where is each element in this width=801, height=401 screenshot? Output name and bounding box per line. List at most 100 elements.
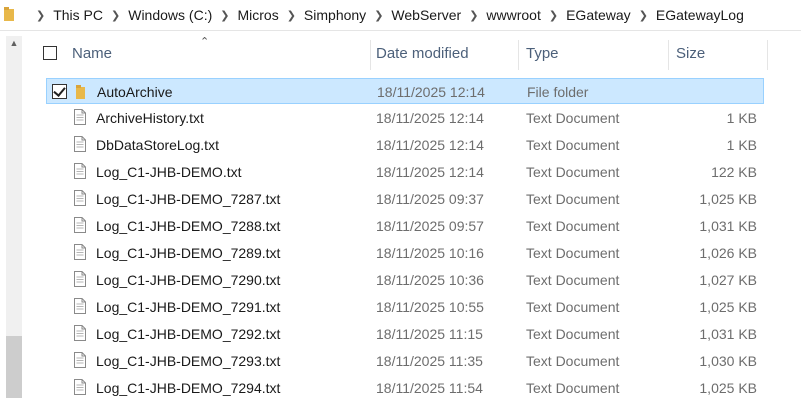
file-date-modified: 18/11/2025 12:14 (377, 84, 485, 100)
breadcrumb-item[interactable]: Windows (C:) (128, 7, 212, 23)
file-list-scrollbar[interactable] (781, 36, 801, 398)
file-type: Text Document (526, 218, 620, 234)
folder-icon (4, 7, 14, 21)
checkmark-icon (53, 84, 66, 97)
folder-row[interactable]: AutoArchive 18/11/2025 12:14 File folder (46, 78, 764, 104)
column-divider[interactable] (767, 40, 768, 70)
file-type: Text Document (526, 110, 620, 126)
file-date-modified: 18/11/2025 10:36 (376, 272, 484, 288)
file-row[interactable]: Log_C1-JHB-DEMO_7287.txt 18/11/2025 09:37… (46, 186, 764, 212)
file-name: AutoArchive (97, 84, 173, 100)
file-size: 1 KB (726, 110, 757, 126)
file-row[interactable]: Log_C1-JHB-DEMO_7290.txt 18/11/2025 10:36… (46, 267, 764, 293)
file-date-modified: 18/11/2025 09:57 (376, 218, 484, 234)
sort-ascending-icon: ⌃ (200, 36, 210, 48)
chevron-right-icon[interactable]: ❯ (541, 9, 566, 22)
file-type: Text Document (526, 164, 620, 180)
file-date-modified: 18/11/2025 11:54 (376, 380, 483, 396)
file-type: Text Document (526, 272, 620, 288)
breadcrumb-item[interactable]: WebServer (391, 7, 461, 23)
text-file-icon (74, 352, 86, 368)
file-size: 1,031 KB (699, 326, 757, 342)
file-row[interactable]: Log_C1-JHB-DEMO_7289.txt 18/11/2025 10:16… (46, 240, 764, 266)
chevron-right-icon[interactable]: ❯ (103, 9, 128, 22)
file-row[interactable]: DbDataStoreLog.txt 18/11/2025 12:14 Text D… (46, 132, 764, 158)
file-type: Text Document (526, 326, 620, 342)
column-divider[interactable] (518, 40, 519, 70)
chevron-right-icon[interactable]: ❯ (366, 9, 391, 22)
chevron-right-icon[interactable]: ❯ (631, 9, 656, 22)
file-row[interactable]: Log_C1-JHB-DEMO_7294.txt 18/11/2025 11:54… (46, 375, 764, 401)
file-name: Log_C1-JHB-DEMO_7290.txt (96, 272, 281, 288)
text-file-icon (74, 325, 86, 341)
file-row[interactable]: Log_C1-JHB-DEMO_7292.txt 18/11/2025 11:15… (46, 321, 764, 347)
file-type: Text Document (526, 137, 620, 153)
file-date-modified: 18/11/2025 12:14 (376, 137, 484, 153)
text-file-icon (74, 379, 86, 395)
scroll-up-icon[interactable]: ▲ (8, 38, 20, 48)
chevron-right-icon[interactable]: ❯ (212, 9, 237, 22)
text-file-icon (74, 244, 86, 260)
file-name: Log_C1-JHB-DEMO_7294.txt (96, 380, 281, 396)
column-header-row: ⌃ Name Date modified Type Size (30, 36, 770, 72)
text-file-icon (74, 163, 86, 179)
chevron-right-icon[interactable]: ❯ (279, 9, 304, 22)
address-bar[interactable]: ❯ This PC ❯ Windows (C:) ❯ Micros ❯ Simphony ❯ We… (0, 0, 801, 31)
file-date-modified: 18/11/2025 11:35 (376, 353, 483, 369)
breadcrumb-item[interactable]: This PC (53, 7, 103, 23)
breadcrumb-item[interactable]: EGatewayLog (656, 7, 744, 23)
file-date-modified: 18/11/2025 09:37 (376, 191, 484, 207)
select-all-checkbox[interactable] (43, 46, 57, 60)
file-date-modified: 18/11/2025 10:16 (376, 245, 484, 261)
breadcrumb-item[interactable]: EGateway (566, 7, 631, 23)
column-header-size[interactable]: Size (676, 45, 705, 62)
file-size: 1 KB (726, 137, 757, 153)
file-row[interactable]: Log_C1-JHB-DEMO_7288.txt 18/11/2025 09:57… (46, 213, 764, 239)
file-type: Text Document (526, 299, 620, 315)
file-name: Log_C1-JHB-DEMO.txt (96, 164, 242, 180)
file-size: 1,031 KB (699, 218, 757, 234)
file-size: 1,026 KB (699, 245, 757, 261)
file-name: DbDataStoreLog.txt (96, 137, 219, 153)
file-row[interactable]: Log_C1-JHB-DEMO_7293.txt 18/11/2025 11:35… (46, 348, 764, 374)
column-divider[interactable] (668, 40, 669, 70)
file-row[interactable]: Log_C1-JHB-DEMO.txt 18/11/2025 12:14 Text … (46, 159, 764, 185)
file-size: 1,025 KB (699, 191, 757, 207)
file-name: Log_C1-JHB-DEMO_7292.txt (96, 326, 281, 342)
file-date-modified: 18/11/2025 12:14 (376, 164, 484, 180)
file-type: Text Document (526, 380, 620, 396)
breadcrumb-item[interactable]: Simphony (304, 7, 366, 23)
breadcrumb: ❯ This PC ❯ Windows (C:) ❯ Micros ❯ Simphony ❯ We… (28, 0, 744, 30)
file-row[interactable]: ArchiveHistory.txt 18/11/2025 12:14 Text D… (46, 105, 764, 131)
text-file-icon (74, 109, 86, 125)
file-date-modified: 18/11/2025 11:15 (376, 326, 483, 342)
text-file-icon (74, 217, 86, 233)
column-header-name[interactable]: Name (72, 45, 112, 62)
chevron-right-icon[interactable]: ❯ (461, 9, 486, 22)
breadcrumb-item[interactable]: Micros (237, 7, 278, 23)
breadcrumb-item[interactable]: wwwroot (486, 7, 540, 23)
column-header-type[interactable]: Type (526, 45, 559, 62)
file-size: 122 KB (711, 164, 757, 180)
file-name: Log_C1-JHB-DEMO_7288.txt (96, 218, 281, 234)
file-size: 1,027 KB (699, 272, 757, 288)
chevron-right-icon[interactable]: ❯ (28, 9, 53, 22)
column-header-date-modified[interactable]: Date modified (376, 45, 469, 62)
file-size: 1,030 KB (699, 353, 757, 369)
row-checkbox[interactable] (52, 84, 67, 99)
file-row[interactable]: Log_C1-JHB-DEMO_7291.txt 18/11/2025 10:55… (46, 294, 764, 320)
text-file-icon (74, 271, 86, 287)
file-date-modified: 18/11/2025 12:14 (376, 110, 484, 126)
file-name: Log_C1-JHB-DEMO_7291.txt (96, 299, 281, 315)
file-type: Text Document (526, 191, 620, 207)
folder-icon (76, 85, 85, 99)
column-divider[interactable] (370, 40, 371, 70)
file-type: Text Document (526, 245, 620, 261)
file-type: Text Document (526, 353, 620, 369)
text-file-icon (74, 298, 86, 314)
file-size: 1,025 KB (699, 299, 757, 315)
file-name: ArchiveHistory.txt (96, 110, 204, 126)
navigation-scrollbar-thumb[interactable] (6, 336, 22, 398)
file-date-modified: 18/11/2025 10:55 (376, 299, 484, 315)
text-file-icon (74, 190, 86, 206)
